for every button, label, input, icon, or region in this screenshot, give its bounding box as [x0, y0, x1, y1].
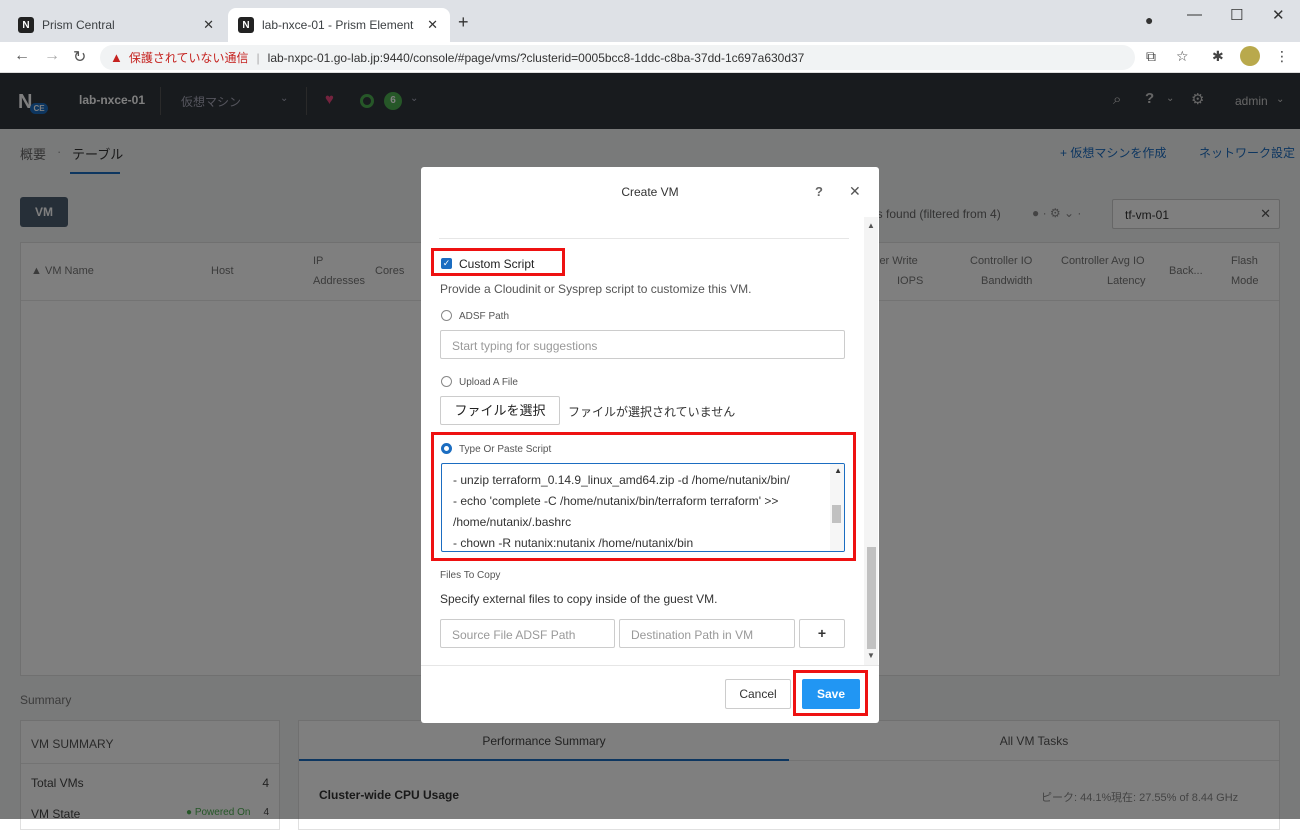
highlight-script-area — [431, 432, 856, 561]
browser-menu-icon[interactable]: ⋮ — [1275, 48, 1289, 65]
custom-script-description: Provide a Cloudinit or Sysprep script to… — [440, 282, 752, 296]
url-text[interactable]: lab-nxpc-01.go-lab.jp:9440/console/#page… — [268, 51, 805, 65]
security-warning[interactable]: 保護されていない通信 — [129, 49, 249, 66]
adsf-path-input[interactable]: Start typing for suggestions — [440, 330, 845, 359]
upload-file-label[interactable]: Upload A File — [459, 377, 518, 388]
minimize-icon[interactable]: — — [1187, 6, 1202, 23]
translate-icon[interactable]: ⧉ — [1146, 48, 1156, 65]
scroll-up-icon[interactable]: ▲ — [867, 221, 875, 230]
close-tab-icon[interactable]: ✕ — [427, 17, 438, 33]
files-to-copy-description: Specify external files to copy inside of… — [440, 592, 718, 606]
reload-icon[interactable]: ↻ — [73, 47, 86, 67]
highlight-custom-script — [431, 248, 565, 276]
close-tab-icon[interactable]: ✕ — [203, 17, 214, 33]
url-field[interactable]: ▲ 保護されていない通信 | lab-nxpc-01.go-lab.jp:944… — [100, 45, 1135, 70]
extensions-icon[interactable]: ✱ — [1212, 48, 1224, 65]
back-icon[interactable]: ← — [14, 47, 30, 65]
destination-path-input[interactable]: Destination Path in VM — [619, 619, 795, 648]
dialog-scrollbar-thumb[interactable] — [867, 547, 876, 649]
warning-icon[interactable]: ▲ — [110, 50, 123, 65]
scroll-down-icon[interactable]: ▼ — [867, 651, 875, 660]
url-separator: | — [256, 50, 260, 65]
help-icon[interactable]: ? — [815, 184, 823, 199]
maximize-icon[interactable]: ☐ — [1230, 6, 1243, 24]
bookmark-star-icon[interactable]: ☆ — [1176, 48, 1189, 65]
adsf-path-radio[interactable] — [441, 310, 452, 321]
nutanix-favicon-icon: N — [238, 17, 254, 33]
browser-tab-prism-element[interactable]: N lab-nxce-01 - Prism Element ✕ — [228, 8, 450, 42]
divider — [421, 665, 879, 666]
profile-menu-icon[interactable]: ● — [1145, 12, 1153, 28]
window-close-icon[interactable]: ✕ — [1272, 6, 1285, 24]
cancel-button[interactable]: Cancel — [725, 679, 791, 709]
divider — [439, 238, 849, 239]
highlight-save-button — [793, 670, 868, 716]
nutanix-favicon-icon: N — [18, 17, 34, 33]
no-file-text: ファイルが選択されていません — [568, 405, 736, 419]
address-bar: ← → ↻ ▲ 保護されていない通信 | lab-nxpc-01.go-lab.… — [0, 42, 1300, 73]
browser-tab-bar: N Prism Central ✕ N lab-nxce-01 - Prism … — [0, 0, 1300, 42]
add-file-button[interactable]: + — [799, 619, 845, 648]
browser-tab-prism-central[interactable]: N Prism Central ✕ — [8, 8, 226, 42]
upload-file-radio[interactable] — [441, 376, 452, 387]
tab-title: lab-nxce-01 - Prism Element — [262, 18, 414, 32]
source-file-input[interactable]: Source File ADSF Path — [440, 619, 615, 648]
tab-title: Prism Central — [42, 18, 115, 32]
close-icon[interactable]: ✕ — [849, 183, 861, 200]
files-to-copy-label: Files To Copy — [440, 570, 501, 581]
choose-file-button[interactable]: ファイルを選択 — [440, 396, 560, 425]
forward-icon[interactable]: → — [44, 47, 60, 65]
dialog-title: Create VM — [621, 185, 679, 199]
new-tab-icon[interactable]: + — [458, 12, 469, 33]
adsf-path-label[interactable]: ADSF Path — [459, 311, 509, 322]
avatar[interactable] — [1240, 46, 1260, 66]
